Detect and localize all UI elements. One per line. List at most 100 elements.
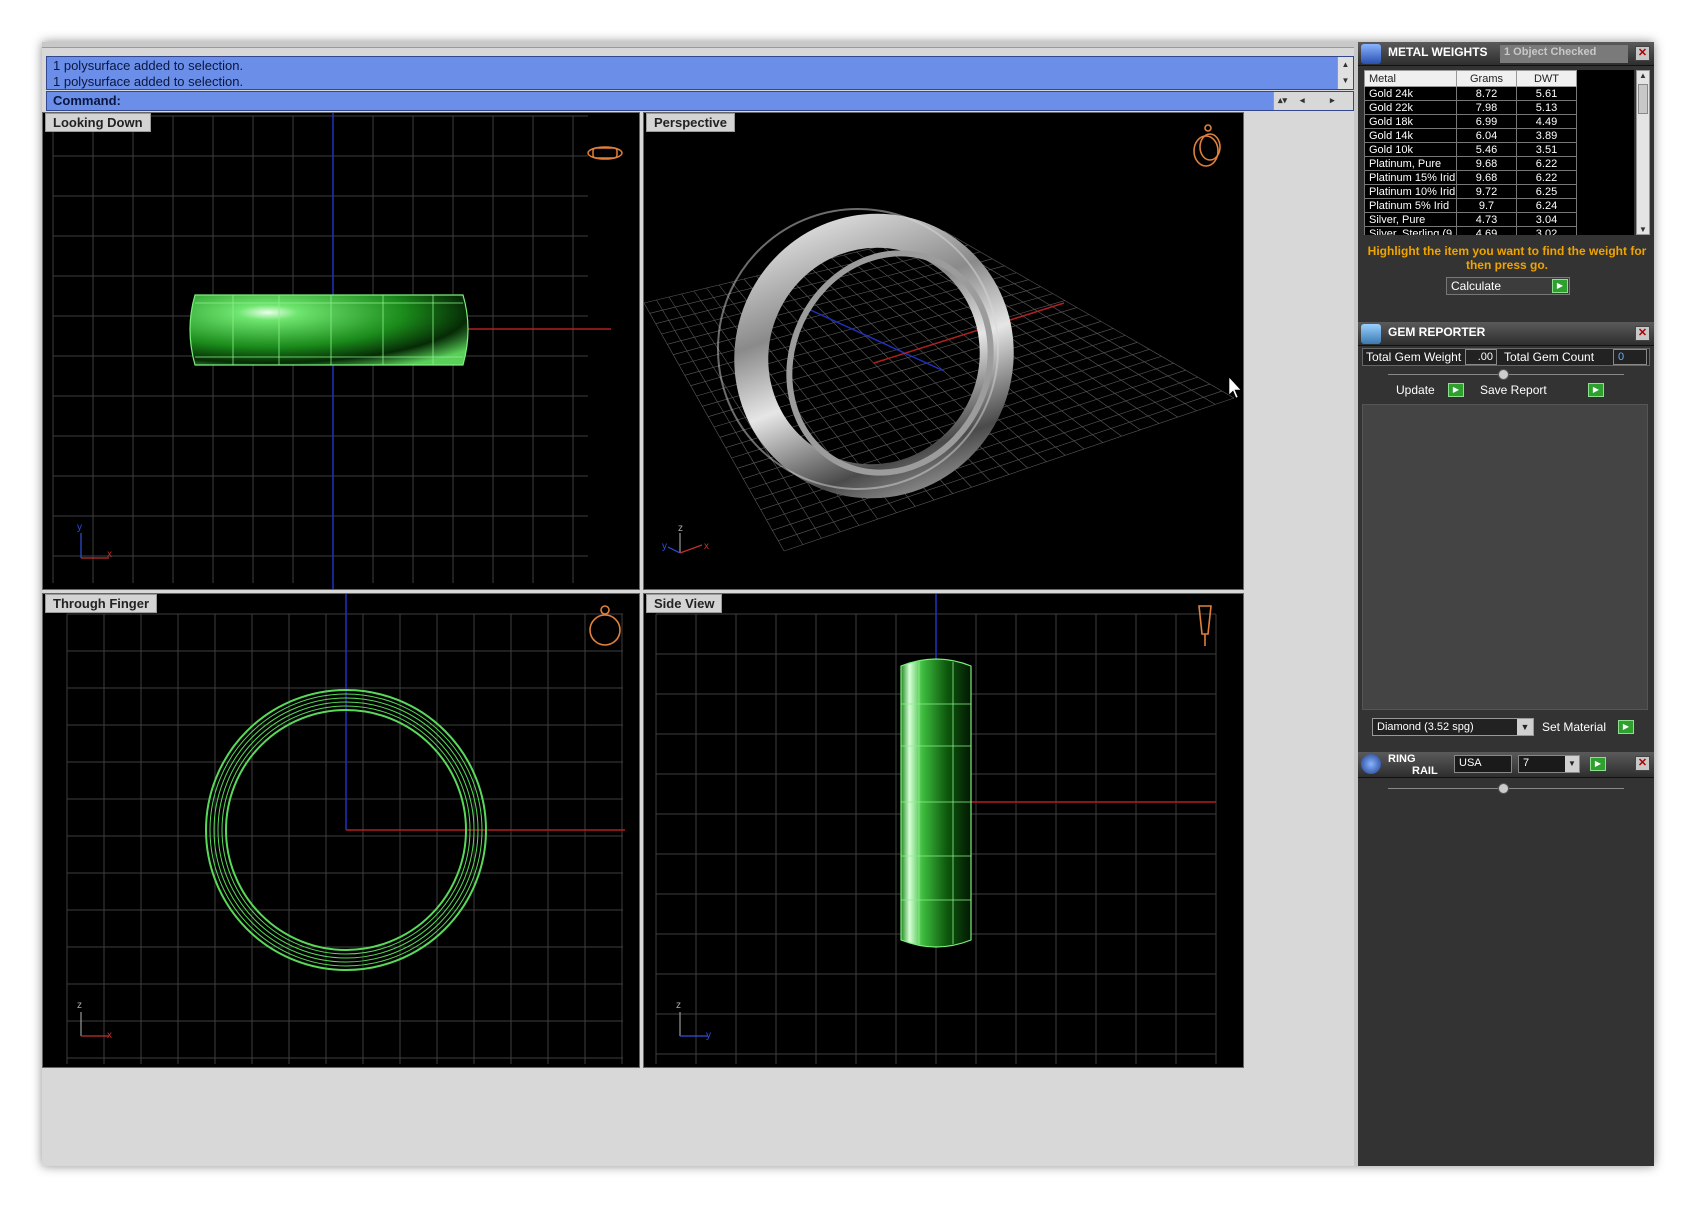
table-row[interactable]: Platinum 15% Irid 9.68 6.22	[1364, 170, 1577, 185]
table-cell: Gold 14k	[1364, 128, 1457, 143]
calculate-button[interactable]: Calculate ▶	[1446, 277, 1570, 295]
table-cell: 3.02	[1516, 226, 1577, 235]
metal-weights-scrollbar[interactable]: ▲ ▼	[1636, 70, 1650, 235]
table-row[interactable]: Gold 18k 6.99 4.49	[1364, 114, 1577, 129]
viewport-title[interactable]: Side View	[646, 594, 723, 613]
table-row[interactable]: Gold 22k 7.98 5.13	[1364, 100, 1577, 115]
table-cell: 7.98	[1456, 100, 1517, 115]
command-controls[interactable]: ▴▾ ◂ ▸	[1273, 92, 1353, 110]
table-cell: Gold 22k	[1364, 100, 1457, 115]
gem-reporter-title: GEM REPORTER	[1388, 325, 1486, 339]
ring-thumbnail-icon	[589, 605, 621, 646]
play-icon[interactable]: ▶	[1588, 383, 1604, 397]
table-row[interactable]: Silver, Pure 4.73 3.04	[1364, 212, 1577, 227]
table-cell: 6.99	[1456, 114, 1517, 129]
save-report-button[interactable]: Save Report ▶	[1478, 382, 1604, 399]
svg-text:y: y	[662, 541, 667, 552]
table-row[interactable]: Gold 10k 5.46 3.51	[1364, 142, 1577, 157]
chevron-down-icon[interactable]: ▼	[1565, 756, 1579, 772]
arrow-left-icon[interactable]: ◂	[1300, 95, 1305, 106]
ring-thumbnail-icon	[587, 146, 623, 160]
update-button[interactable]: Update ▶	[1394, 382, 1464, 399]
command-line[interactable]: Command: ▴▾ ◂ ▸	[46, 91, 1354, 111]
metal-weights-icon	[1361, 44, 1381, 64]
ring-band[interactable]	[189, 294, 469, 366]
table-cell: 5.46	[1456, 142, 1517, 157]
close-icon[interactable]: ✕	[1635, 46, 1650, 61]
svg-text:z: z	[678, 523, 683, 534]
history-scrollbar[interactable]: ▲ ▼	[1337, 57, 1353, 89]
play-icon[interactable]: ▶	[1552, 279, 1568, 293]
arrow-right-icon[interactable]: ▸	[1330, 95, 1335, 106]
table-row[interactable]: Platinum 10% Irid 9.72 6.25	[1364, 184, 1577, 199]
command-history: 1 polysurface added to selection. 1 poly…	[46, 56, 1354, 90]
ring-region-select[interactable]: USA	[1454, 755, 1512, 773]
table-cell: 3.04	[1516, 212, 1577, 227]
play-icon[interactable]: ▶	[1448, 383, 1464, 397]
rhino-window: 1 polysurface added to selection. 1 poly…	[42, 42, 1654, 1166]
viewport-title[interactable]: Looking Down	[45, 113, 151, 132]
table-row[interactable]: Platinum 5% Irid 9.7 6.24	[1364, 198, 1577, 213]
ring-thumbnail-icon	[1193, 124, 1221, 167]
grid	[66, 613, 623, 1064]
total-gem-count-label: Total Gem Count	[1504, 350, 1595, 364]
set-material-button[interactable]: Set Material ▶	[1538, 719, 1634, 736]
ring-thumbnail-icon	[1198, 605, 1212, 646]
command-prompt: Command:	[53, 93, 121, 108]
material-select[interactable]: Diamond (3.52 spg) ▼	[1372, 718, 1534, 736]
table-cell: 9.68	[1456, 170, 1517, 185]
viewport-canvas: y x	[52, 113, 623, 589]
close-icon[interactable]: ✕	[1635, 756, 1650, 771]
metal-weights-status: 1 Object Checked	[1500, 45, 1628, 63]
table-cell: 5.13	[1516, 100, 1577, 115]
ring-size-select[interactable]: 7 ▼	[1518, 755, 1580, 773]
metal-weights-header: METAL WEIGHTS 1 Object Checked ✕	[1358, 42, 1654, 66]
play-icon[interactable]: ▶	[1618, 720, 1634, 734]
axis-icon: z y	[676, 1000, 711, 1041]
table-cell: 4.49	[1516, 114, 1577, 129]
close-icon[interactable]: ✕	[1635, 326, 1650, 341]
table-row[interactable]: Gold 24k 8.72 5.61	[1364, 86, 1577, 101]
splitter-handle[interactable]	[1498, 783, 1509, 794]
metal-weights-table: Metal Grams DWT Gold 24k 8.72 5.61 Gold 22k 7.…	[1364, 70, 1577, 235]
axis-icon: z x y	[662, 523, 709, 554]
metal-weights-hint: Highlight the item you want to find the …	[1367, 244, 1647, 272]
svg-text:z: z	[77, 1000, 82, 1011]
viewport-title[interactable]: Through Finger	[45, 594, 158, 613]
gem-reporter-icon	[1361, 324, 1381, 344]
table-cell: Silver, Pure	[1364, 212, 1457, 227]
viewport-canvas: z y	[655, 594, 1217, 1064]
play-icon[interactable]: ▶	[1590, 757, 1606, 771]
viewport-perspective[interactable]: Perspective z x y	[643, 112, 1244, 590]
table-cell: Platinum, Pure	[1364, 156, 1457, 171]
table-cell: 6.22	[1516, 156, 1577, 171]
ring-rail-title-2: RAIL	[1412, 765, 1438, 777]
table-cell: Platinum 5% Irid	[1364, 198, 1457, 213]
viewport-looking-down[interactable]: Looking Down y x	[42, 112, 640, 590]
mouse-cursor-icon	[1228, 376, 1242, 399]
column-header[interactable]: Grams	[1456, 70, 1517, 87]
viewport-canvas: z x y	[644, 124, 1242, 554]
table-cell: 6.25	[1516, 184, 1577, 199]
ring-rail-title-1: RING	[1388, 753, 1416, 765]
ring-band-side[interactable]	[900, 658, 972, 948]
gem-report-list[interactable]	[1362, 404, 1648, 710]
spin-icon[interactable]: ▴▾	[1278, 95, 1287, 106]
table-cell: 3.51	[1516, 142, 1577, 157]
column-header[interactable]: Metal	[1364, 70, 1457, 87]
viewport-through-finger[interactable]: Through Finger z x	[42, 593, 640, 1068]
table-row[interactable]: Gold 14k 6.04 3.89	[1364, 128, 1577, 143]
column-header[interactable]: DWT	[1516, 70, 1577, 87]
total-gem-weight-label: Total Gem Weight	[1366, 350, 1462, 364]
svg-text:y: y	[706, 1030, 711, 1041]
chevron-down-icon[interactable]: ▼	[1517, 719, 1533, 735]
svg-text:x: x	[107, 549, 112, 560]
table-row[interactable]: Platinum, Pure 9.68 6.22	[1364, 156, 1577, 171]
viewport-title[interactable]: Perspective	[646, 113, 735, 132]
table-cell: 8.72	[1456, 86, 1517, 101]
table-cell: 4.69	[1456, 226, 1517, 235]
svg-text:z: z	[676, 1000, 681, 1011]
table-row[interactable]: Silver, Sterling (9... 4.69 3.02	[1364, 226, 1577, 235]
splitter-handle[interactable]	[1498, 369, 1509, 380]
viewport-side-view[interactable]: Side View z y	[643, 593, 1244, 1068]
